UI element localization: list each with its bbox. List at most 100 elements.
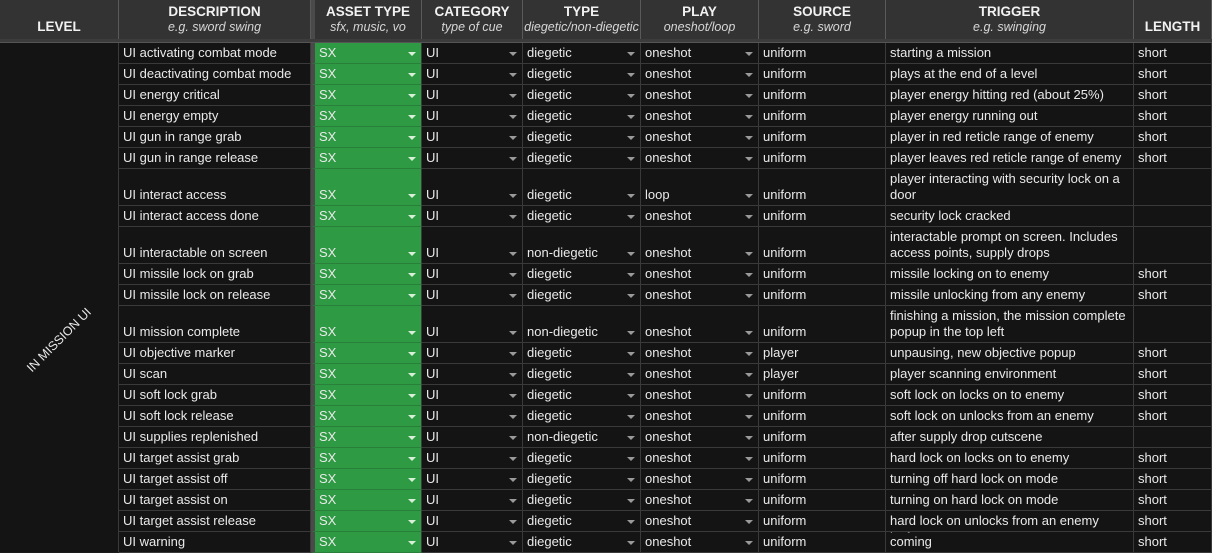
cell-asset-type[interactable]: SX	[311, 127, 422, 148]
cell-trigger[interactable]: missile unlocking from any enemy	[886, 285, 1134, 306]
header-category[interactable]: CATEGORY type of cue	[422, 0, 523, 39]
cell-source[interactable]: uniform	[759, 43, 886, 64]
chevron-down-icon[interactable]	[509, 352, 517, 356]
chevron-down-icon[interactable]	[509, 331, 517, 335]
chevron-down-icon[interactable]	[408, 73, 416, 77]
cell-source[interactable]: player	[759, 343, 886, 364]
cell-length[interactable]: short	[1134, 511, 1212, 532]
cell-trigger[interactable]: security lock cracked	[886, 206, 1134, 227]
header-asset-type[interactable]: ASSET TYPE sfx, music, vo	[311, 0, 422, 39]
chevron-down-icon[interactable]	[408, 520, 416, 524]
chevron-down-icon[interactable]	[627, 457, 635, 461]
cell-type[interactable]: non-diegetic	[523, 306, 641, 343]
cell-type[interactable]: non-diegetic	[523, 227, 641, 264]
chevron-down-icon[interactable]	[408, 499, 416, 503]
cell-asset-type[interactable]: SX	[311, 343, 422, 364]
chevron-down-icon[interactable]	[509, 436, 517, 440]
chevron-down-icon[interactable]	[627, 157, 635, 161]
cell-category[interactable]: UI	[422, 448, 523, 469]
chevron-down-icon[interactable]	[745, 352, 753, 356]
cell-asset-type[interactable]: SX	[311, 43, 422, 64]
chevron-down-icon[interactable]	[408, 52, 416, 56]
cell-type[interactable]: diegetic	[523, 264, 641, 285]
cell-type[interactable]: diegetic	[523, 64, 641, 85]
cell-description[interactable]: UI objective marker	[119, 343, 311, 364]
chevron-down-icon[interactable]	[509, 541, 517, 545]
chevron-down-icon[interactable]	[627, 294, 635, 298]
cell-play[interactable]: oneshot	[641, 532, 759, 553]
cell-length[interactable]: short	[1134, 490, 1212, 511]
level-cell[interactable]: IN MISSION UI	[0, 43, 119, 552]
cell-play[interactable]: oneshot	[641, 206, 759, 227]
cell-play[interactable]: oneshot	[641, 127, 759, 148]
chevron-down-icon[interactable]	[509, 415, 517, 419]
cell-asset-type[interactable]: SX	[311, 448, 422, 469]
chevron-down-icon[interactable]	[408, 457, 416, 461]
chevron-down-icon[interactable]	[509, 215, 517, 219]
cell-type[interactable]: non-diegetic	[523, 427, 641, 448]
cell-trigger[interactable]: plays at the end of a level	[886, 64, 1134, 85]
cell-category[interactable]: UI	[422, 285, 523, 306]
chevron-down-icon[interactable]	[408, 136, 416, 140]
cell-play[interactable]: oneshot	[641, 85, 759, 106]
cell-type[interactable]: diegetic	[523, 406, 641, 427]
chevron-down-icon[interactable]	[627, 373, 635, 377]
cell-trigger[interactable]: player energy hitting red (about 25%)	[886, 85, 1134, 106]
cell-length[interactable]	[1134, 169, 1212, 206]
cell-trigger[interactable]: player interacting with security lock on…	[886, 169, 1134, 206]
cell-description[interactable]: UI activating combat mode	[119, 43, 311, 64]
cell-description[interactable]: UI gun in range release	[119, 148, 311, 169]
chevron-down-icon[interactable]	[627, 215, 635, 219]
cell-category[interactable]: UI	[422, 264, 523, 285]
cell-length[interactable]: short	[1134, 364, 1212, 385]
cell-play[interactable]: oneshot	[641, 385, 759, 406]
cell-play[interactable]: oneshot	[641, 43, 759, 64]
cell-asset-type[interactable]: SX	[311, 406, 422, 427]
header-trigger[interactable]: TRIGGER e.g. swinging	[886, 0, 1134, 39]
chevron-down-icon[interactable]	[627, 94, 635, 98]
cell-source[interactable]: uniform	[759, 227, 886, 264]
cell-description[interactable]: UI deactivating combat mode	[119, 64, 311, 85]
cell-source[interactable]: uniform	[759, 64, 886, 85]
cell-category[interactable]: UI	[422, 490, 523, 511]
chevron-down-icon[interactable]	[408, 273, 416, 277]
cell-trigger[interactable]: unpausing, new objective popup	[886, 343, 1134, 364]
chevron-down-icon[interactable]	[745, 94, 753, 98]
cell-description[interactable]: UI scan	[119, 364, 311, 385]
cell-length[interactable]	[1134, 206, 1212, 227]
cell-length[interactable]	[1134, 427, 1212, 448]
chevron-down-icon[interactable]	[408, 394, 416, 398]
chevron-down-icon[interactable]	[509, 499, 517, 503]
cell-category[interactable]: UI	[422, 532, 523, 553]
chevron-down-icon[interactable]	[509, 94, 517, 98]
chevron-down-icon[interactable]	[509, 136, 517, 140]
chevron-down-icon[interactable]	[745, 52, 753, 56]
cell-play[interactable]: oneshot	[641, 264, 759, 285]
header-source[interactable]: SOURCE e.g. sword	[759, 0, 886, 39]
cell-asset-type[interactable]: SX	[311, 148, 422, 169]
cell-description[interactable]: UI gun in range grab	[119, 127, 311, 148]
cell-source[interactable]: uniform	[759, 264, 886, 285]
chevron-down-icon[interactable]	[509, 194, 517, 198]
cell-play[interactable]: oneshot	[641, 469, 759, 490]
cell-asset-type[interactable]: SX	[311, 285, 422, 306]
chevron-down-icon[interactable]	[745, 436, 753, 440]
cell-trigger[interactable]: player scanning environment	[886, 364, 1134, 385]
cell-length[interactable]: short	[1134, 85, 1212, 106]
cell-length[interactable]: short	[1134, 385, 1212, 406]
cell-trigger[interactable]: player energy running out	[886, 106, 1134, 127]
cell-category[interactable]: UI	[422, 306, 523, 343]
cell-length[interactable]: short	[1134, 264, 1212, 285]
chevron-down-icon[interactable]	[745, 273, 753, 277]
cell-type[interactable]: diegetic	[523, 169, 641, 206]
cell-category[interactable]: UI	[422, 206, 523, 227]
cell-type[interactable]: diegetic	[523, 43, 641, 64]
chevron-down-icon[interactable]	[745, 499, 753, 503]
cell-source[interactable]: uniform	[759, 85, 886, 106]
chevron-down-icon[interactable]	[745, 415, 753, 419]
cell-trigger[interactable]: player leaves red reticle range of enemy	[886, 148, 1134, 169]
chevron-down-icon[interactable]	[745, 136, 753, 140]
cell-play[interactable]: oneshot	[641, 343, 759, 364]
chevron-down-icon[interactable]	[408, 215, 416, 219]
cell-description[interactable]: UI target assist release	[119, 511, 311, 532]
